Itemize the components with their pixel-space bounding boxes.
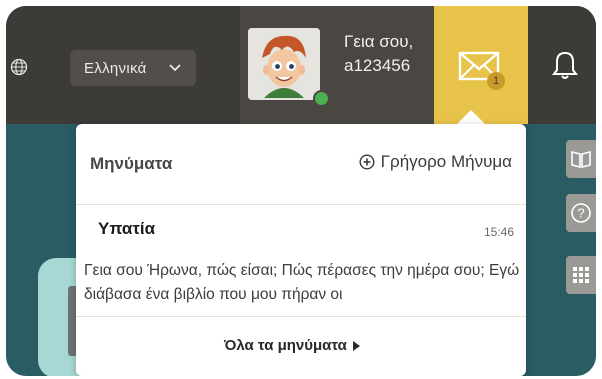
language-label: Ελληνικά — [84, 59, 147, 77]
greeting: Γεια σου, a123456 — [344, 30, 413, 78]
message-preview: Γεια σου Ήρωνα, πώς είσαι; Πώς πέρασες τ… — [84, 262, 520, 303]
book-tool-button[interactable] — [566, 140, 596, 178]
messages-button[interactable]: 1 — [434, 6, 528, 124]
unread-count-badge: 1 — [487, 72, 505, 90]
help-icon: ? — [571, 203, 591, 223]
svg-text:?: ? — [577, 206, 584, 221]
message-sender: Υπατία — [98, 219, 156, 238]
grid-icon — [573, 267, 589, 283]
dropdown-caret — [457, 110, 485, 124]
globe-icon[interactable] — [10, 58, 28, 76]
avatar[interactable] — [248, 28, 320, 100]
online-status-indicator — [313, 90, 330, 107]
top-bar: Ελληνικά Γεια σου, a123456 1 — [6, 6, 596, 124]
quick-message-label: Γρήγορο Μήνυμα — [380, 152, 512, 171]
messages-dropdown-footer: Όλα τα μηνύματα — [76, 316, 526, 376]
app-frame: ? Ελληνικά Γεια σου, a123456 1 Μηνύματα … — [6, 6, 596, 376]
chevron-down-icon — [169, 64, 181, 72]
username: a123456 — [344, 56, 411, 75]
language-select[interactable]: Ελληνικά — [70, 50, 196, 86]
all-messages-link[interactable]: Όλα τα μηνύματα — [224, 337, 360, 354]
plus-circle-icon — [359, 154, 375, 170]
book-icon — [571, 150, 591, 169]
quick-message-button[interactable]: Γρήγορο Μήνυμα — [359, 152, 512, 172]
messages-dropdown: Μηνύματα Γρήγορο Μήνυμα Υπατία 15:46 Γει… — [76, 124, 526, 376]
message-time: 15:46 — [483, 225, 514, 239]
bell-icon — [552, 51, 578, 79]
notifications-button[interactable] — [528, 6, 596, 124]
all-messages-label: Όλα τα μηνύματα — [224, 337, 347, 354]
messages-title: Μηνύματα — [90, 154, 173, 173]
cartoon-avatar-icon — [248, 28, 320, 100]
greeting-text: Γεια σου, — [344, 32, 414, 51]
user-profile[interactable]: Γεια σου, a123456 — [240, 6, 434, 124]
help-tool-button[interactable]: ? — [566, 194, 596, 232]
message-item[interactable]: Υπατία 15:46 Γεια σου Ήρωνα, πώς είσαι; … — [76, 205, 526, 315]
apps-tool-button[interactable] — [566, 256, 596, 294]
messages-dropdown-header: Μηνύματα Γρήγορο Μήνυμα — [76, 124, 526, 205]
play-arrow-icon — [352, 340, 360, 351]
